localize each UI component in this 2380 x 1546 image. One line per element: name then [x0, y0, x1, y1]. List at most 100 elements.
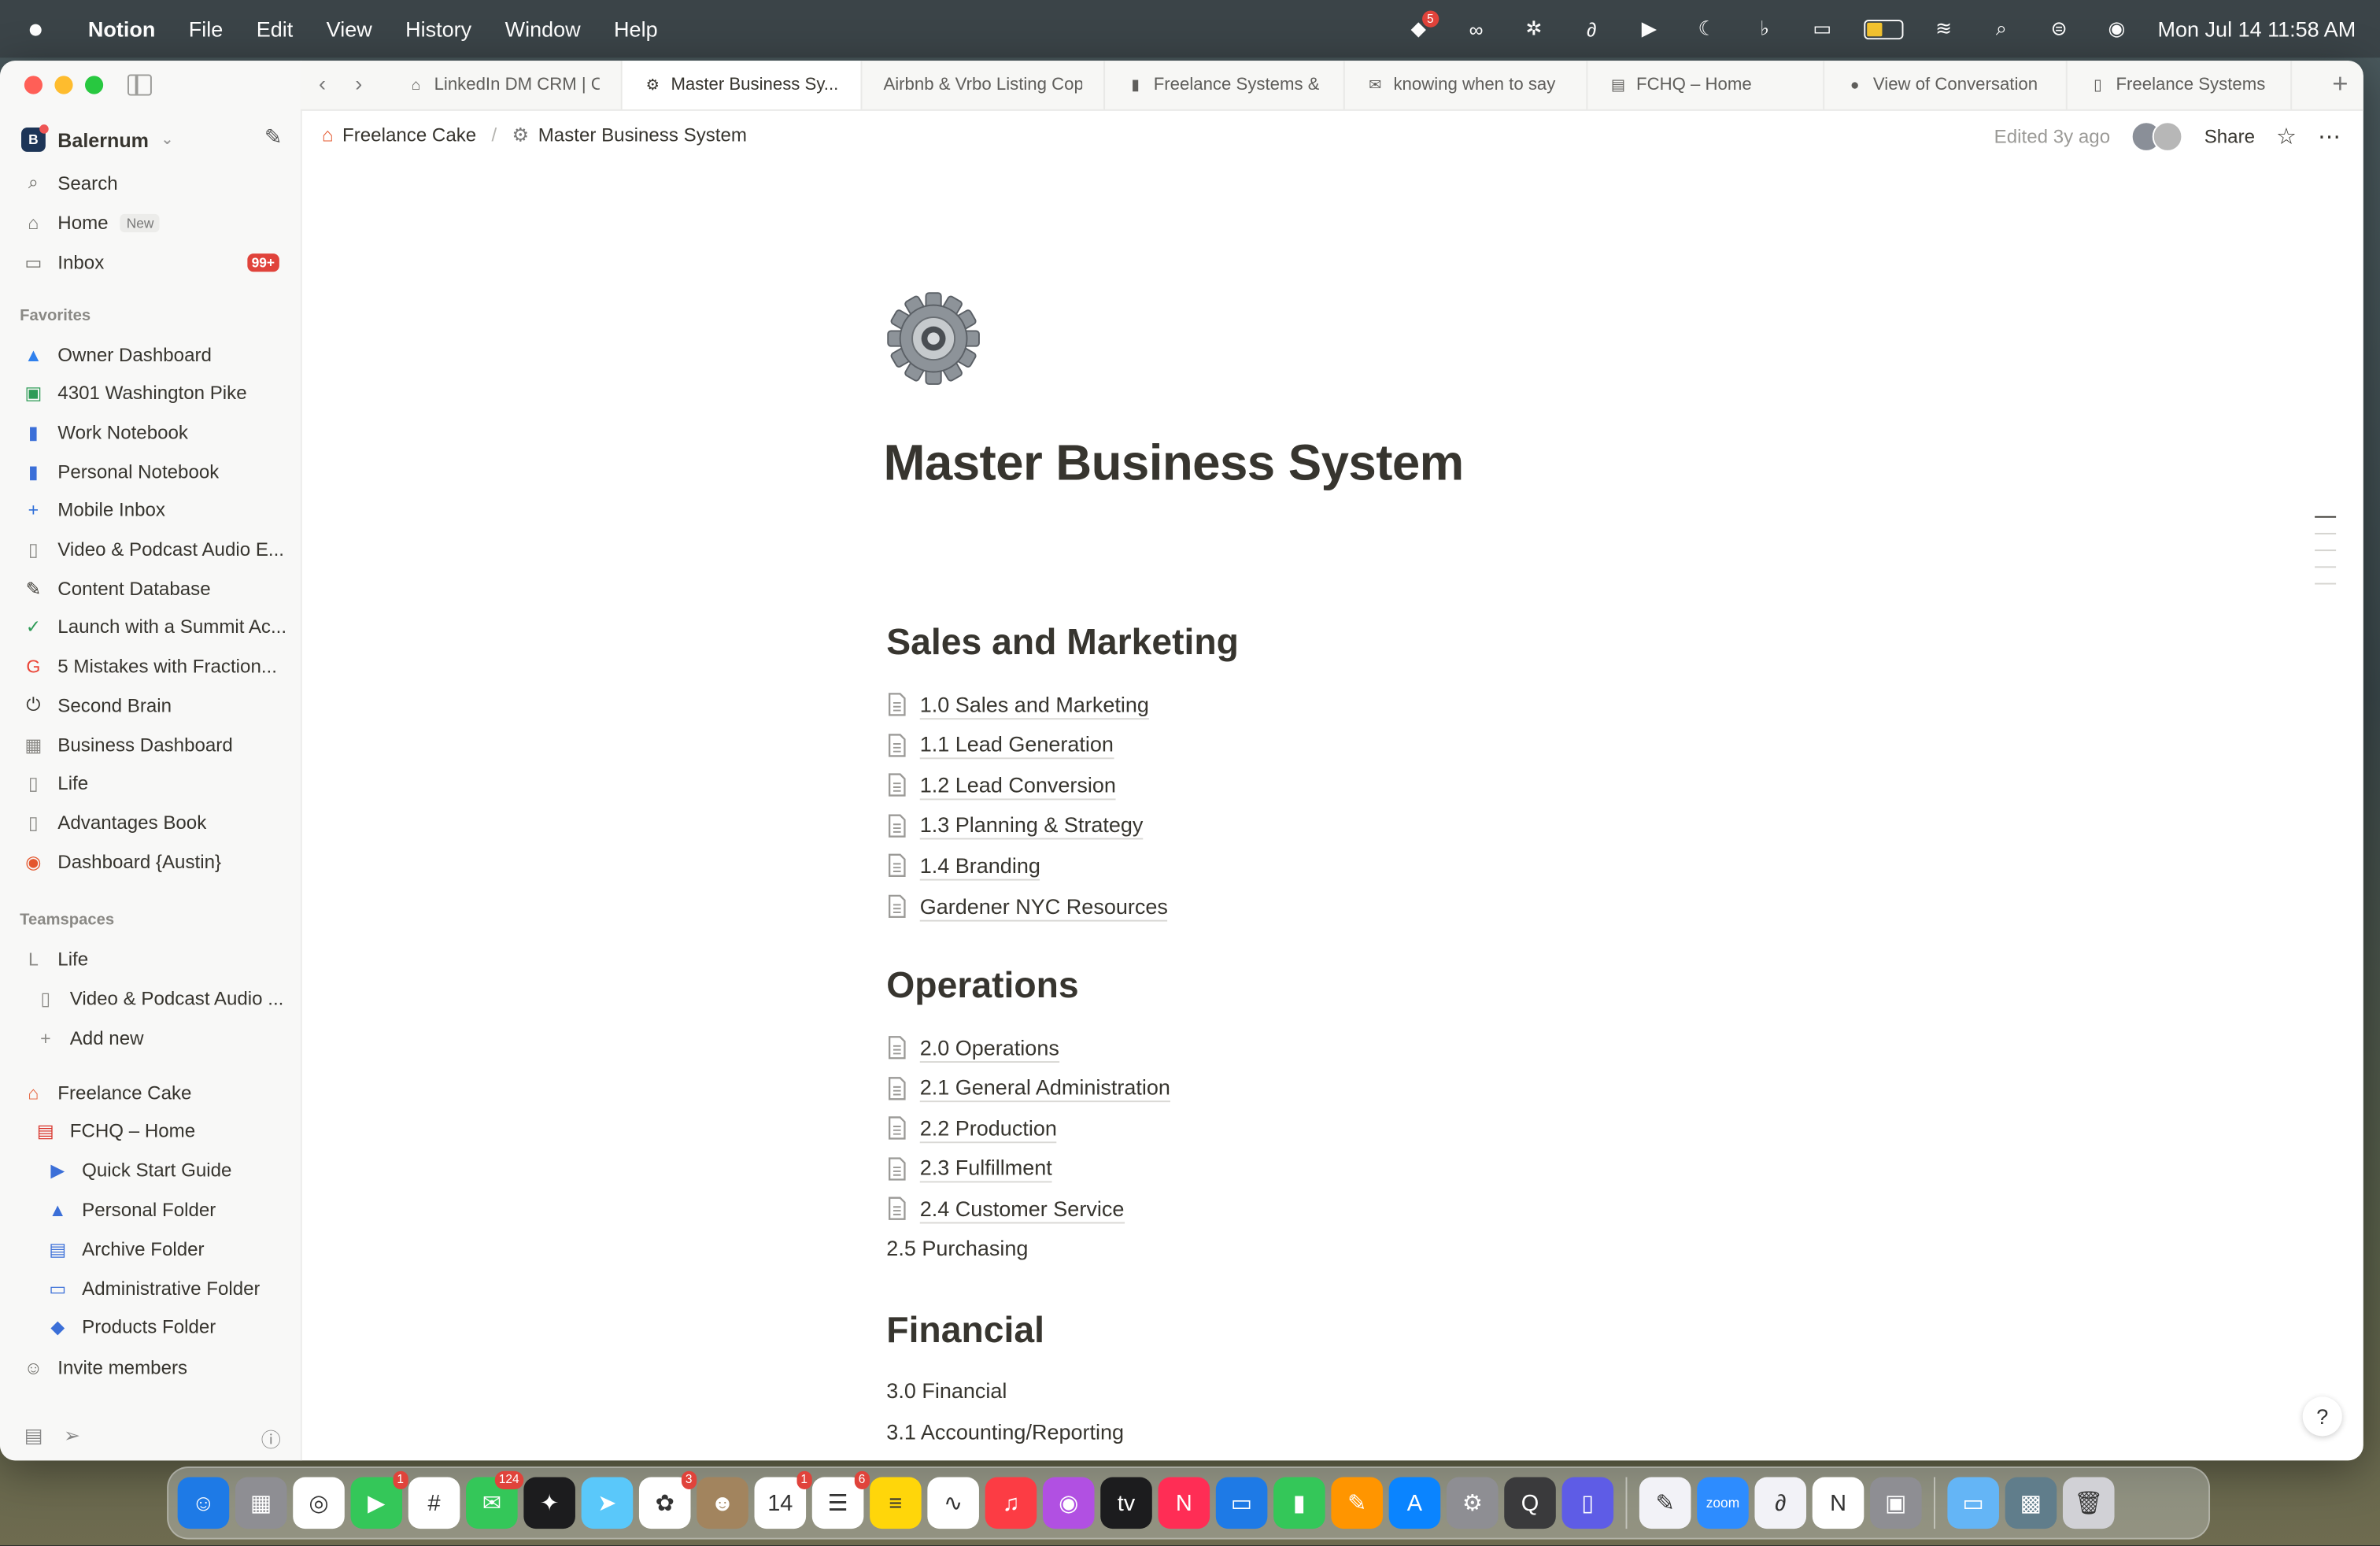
sidebar-item-inbox[interactable]: ▭ Inbox 99+	[12, 243, 288, 281]
sidebar-item-products-folder[interactable]: ◆ Products Folder	[12, 1308, 288, 1346]
dock-tes-icon[interactable]: ✦	[523, 1477, 575, 1529]
dock-signature-icon[interactable]: ∂	[1754, 1477, 1807, 1529]
sidebar-item-5-mistakes-with-fraction[interactable]: G 5 Mistakes with Fraction...	[12, 648, 288, 686]
tab-knowing-when-to-say[interactable]: ✉ knowing when to say	[1345, 61, 1588, 109]
dock-news-icon[interactable]: N	[1158, 1477, 1210, 1529]
search-icon[interactable]: ⌕	[1985, 17, 2018, 41]
sidebar-item-work-notebook[interactable]: ▮ Work Notebook	[12, 413, 288, 451]
help-ai-icon[interactable]: ?	[2302, 1396, 2342, 1437]
text-block[interactable]: 3.0 Financial	[886, 1378, 1007, 1403]
table-of-contents-indicator[interactable]	[2315, 516, 2337, 600]
sidebar-item-life[interactable]: L Life	[12, 940, 288, 978]
dock-chrome-icon[interactable]: ◎	[293, 1477, 345, 1529]
dock-pages-icon[interactable]: ✎	[1331, 1477, 1383, 1529]
sidebar-item-video-podcast-audio-e[interactable]: ▯ Video & Podcast Audio E...	[12, 531, 288, 568]
breadcrumb-current[interactable]: Master Business System	[538, 124, 747, 145]
dock-launchpad-icon[interactable]: ▦	[235, 1477, 287, 1529]
zoom-window-button[interactable]	[85, 76, 104, 94]
menu-view[interactable]: View	[327, 17, 372, 41]
sidebar-item-video-podcast-audio[interactable]: ▯ Video & Podcast Audio ...	[12, 979, 288, 1017]
menu-app-name[interactable]: Notion	[88, 17, 155, 41]
sidebar-toggle-icon[interactable]	[128, 74, 152, 96]
dock-calendar-icon[interactable]: 14 1	[754, 1470, 812, 1529]
menu-help[interactable]: Help	[614, 17, 658, 41]
menu-file[interactable]: File	[189, 17, 224, 41]
sidebar-item-search[interactable]: ⌕ Search	[12, 164, 288, 202]
sidebar-item-launch-with-a-summit-ac[interactable]: ✓ Launch with a Summit Ac...	[12, 608, 288, 646]
tab-airbnb-vrbo-listing-cop[interactable]: Airbnb & Vrbo Listing Cop	[862, 61, 1106, 109]
templates-icon[interactable]: ▤	[24, 1424, 43, 1448]
creative-cloud-icon[interactable]: ∞	[1459, 17, 1492, 41]
dock-photos-icon[interactable]: ✿ 3	[638, 1470, 697, 1529]
star-icon[interactable]: ☆	[2276, 123, 2297, 150]
sidebar-item-add-new[interactable]: + Add new	[12, 1019, 288, 1056]
sidebar-item-second-brain[interactable]: ⏻ Second Brain	[12, 686, 288, 724]
battery-icon[interactable]	[1863, 19, 1903, 39]
page-link[interactable]: 1.1 Lead Generation	[886, 727, 1114, 763]
page-link[interactable]: 2.2 Production	[886, 1110, 1057, 1146]
siri-icon[interactable]: ◉	[2100, 17, 2133, 41]
dock-music-icon[interactable]: ♫	[985, 1477, 1037, 1529]
tab-view-of-conversation[interactable]: ● View of Conversation	[1824, 61, 2068, 109]
sidebar-item-life[interactable]: ▯ Life	[12, 764, 288, 802]
section-heading-sales-and-marketing[interactable]: Sales and Marketing	[886, 623, 1239, 665]
display-icon[interactable]: ▭	[1805, 17, 1839, 41]
sidebar-item-content-database[interactable]: ✎ Content Database	[12, 570, 288, 608]
sidebar-item-mobile-inbox[interactable]: + Mobile Inbox	[12, 491, 288, 529]
sidebar-item-personal-folder[interactable]: ▲ Personal Folder	[12, 1191, 288, 1229]
sidebar-item-administrative-folder[interactable]: ▭ Administrative Folder	[12, 1269, 288, 1307]
dock-podcasts-icon[interactable]: ◉	[1042, 1477, 1095, 1529]
text-block[interactable]: 3.1 Accounting/Reporting	[886, 1418, 1124, 1443]
help-icon[interactable]: ⓘ	[261, 1424, 281, 1453]
dock-screenshots-icon[interactable]: ▩	[2005, 1477, 2057, 1529]
sidebar-item-advantages-book[interactable]: ▯ Advantages Book	[12, 804, 288, 841]
sidebar-item-business-dashboard[interactable]: ▦ Business Dashboard	[12, 726, 288, 764]
menu-history[interactable]: History	[405, 17, 471, 41]
page-link[interactable]: 2.3 Fulfillment	[886, 1150, 1052, 1186]
sidebar-item-fchq-home[interactable]: ▤ FCHQ – Home	[12, 1112, 288, 1150]
dock-trash-icon[interactable]: 🗑	[2062, 1477, 2115, 1529]
tab-linkedin-dm-crm-ou[interactable]: ⌂ LinkedIn DM CRM | Ou	[386, 61, 623, 109]
clock[interactable]: Mon Jul 14 11:58 AM	[2158, 17, 2356, 41]
dock-facetime-icon[interactable]: ▶ 1	[350, 1470, 408, 1529]
airpods-icon[interactable]: ♭	[1748, 17, 1781, 41]
sidebar-item-invite-members[interactable]: ☺ Invite members	[12, 1348, 288, 1386]
tab-master-business-sy[interactable]: ⚙ Master Business Sy...	[622, 61, 863, 109]
page-link[interactable]: 1.3 Planning & Strategy	[886, 808, 1144, 844]
section-heading-financial[interactable]: Financial	[886, 1310, 1044, 1352]
dock-iphone-mirroring-icon[interactable]: ▯	[1561, 1477, 1614, 1529]
page-link[interactable]: 2.1 General Administration	[886, 1070, 1170, 1106]
workspace-switcher[interactable]: B Balernum ⌄	[21, 121, 279, 157]
moon-icon[interactable]: ☾	[1691, 17, 1724, 41]
back-arrow-icon[interactable]: ‹	[319, 72, 326, 96]
page-link[interactable]: 1.0 Sales and Marketing	[886, 686, 1149, 723]
more-options-icon[interactable]: ⋯	[2318, 123, 2342, 150]
tab-fchq-home[interactable]: ▤ FCHQ – Home	[1587, 61, 1825, 109]
wifi-icon[interactable]: ≋	[1927, 17, 1960, 41]
dock-tv-icon[interactable]: tv	[1100, 1477, 1152, 1529]
dock-app-store-icon[interactable]: A	[1388, 1477, 1441, 1529]
share-button[interactable]: Share	[2204, 126, 2255, 147]
menu-window[interactable]: Window	[505, 17, 581, 41]
text-block[interactable]: 2.5 Purchasing	[886, 1236, 1028, 1260]
sidebar-item-dashboard-austin[interactable]: ◉ Dashboard {Austin}	[12, 843, 288, 881]
dock-keynote-icon[interactable]: ▭	[1215, 1477, 1268, 1529]
gear-status-icon[interactable]: ✲	[1517, 17, 1550, 41]
signature-icon[interactable]: ∂	[1575, 17, 1608, 41]
sidebar-item-home[interactable]: ⌂ Home New	[12, 203, 288, 241]
dock-system-settings-icon[interactable]: ⚙	[1446, 1477, 1499, 1529]
close-window-button[interactable]	[24, 76, 43, 94]
forward-arrow-icon[interactable]: ›	[355, 72, 362, 96]
send-icon[interactable]: ➢	[64, 1424, 80, 1448]
dock-messages-icon[interactable]: ✉ 124	[466, 1470, 524, 1529]
dock-preview-icon[interactable]: ▣	[1870, 1477, 1922, 1529]
page-link[interactable]: 1.2 Lead Conversion	[886, 767, 1116, 803]
page-link[interactable]: Gardener NYC Resources	[886, 888, 1168, 924]
dock-freeform-icon[interactable]: ∿	[927, 1477, 979, 1529]
dock-maps-icon[interactable]: ➤	[581, 1477, 634, 1529]
sidebar-item-archive-folder[interactable]: ▤ Archive Folder	[12, 1230, 288, 1268]
sidebar-item-4301-washington-pike[interactable]: ▣ 4301 Washington Pike	[12, 375, 288, 412]
dock-numbers-icon[interactable]: ▮	[1273, 1477, 1325, 1529]
play-icon[interactable]: ▶	[1632, 17, 1665, 41]
dock-zoom-icon[interactable]: zoom	[1697, 1477, 1749, 1529]
